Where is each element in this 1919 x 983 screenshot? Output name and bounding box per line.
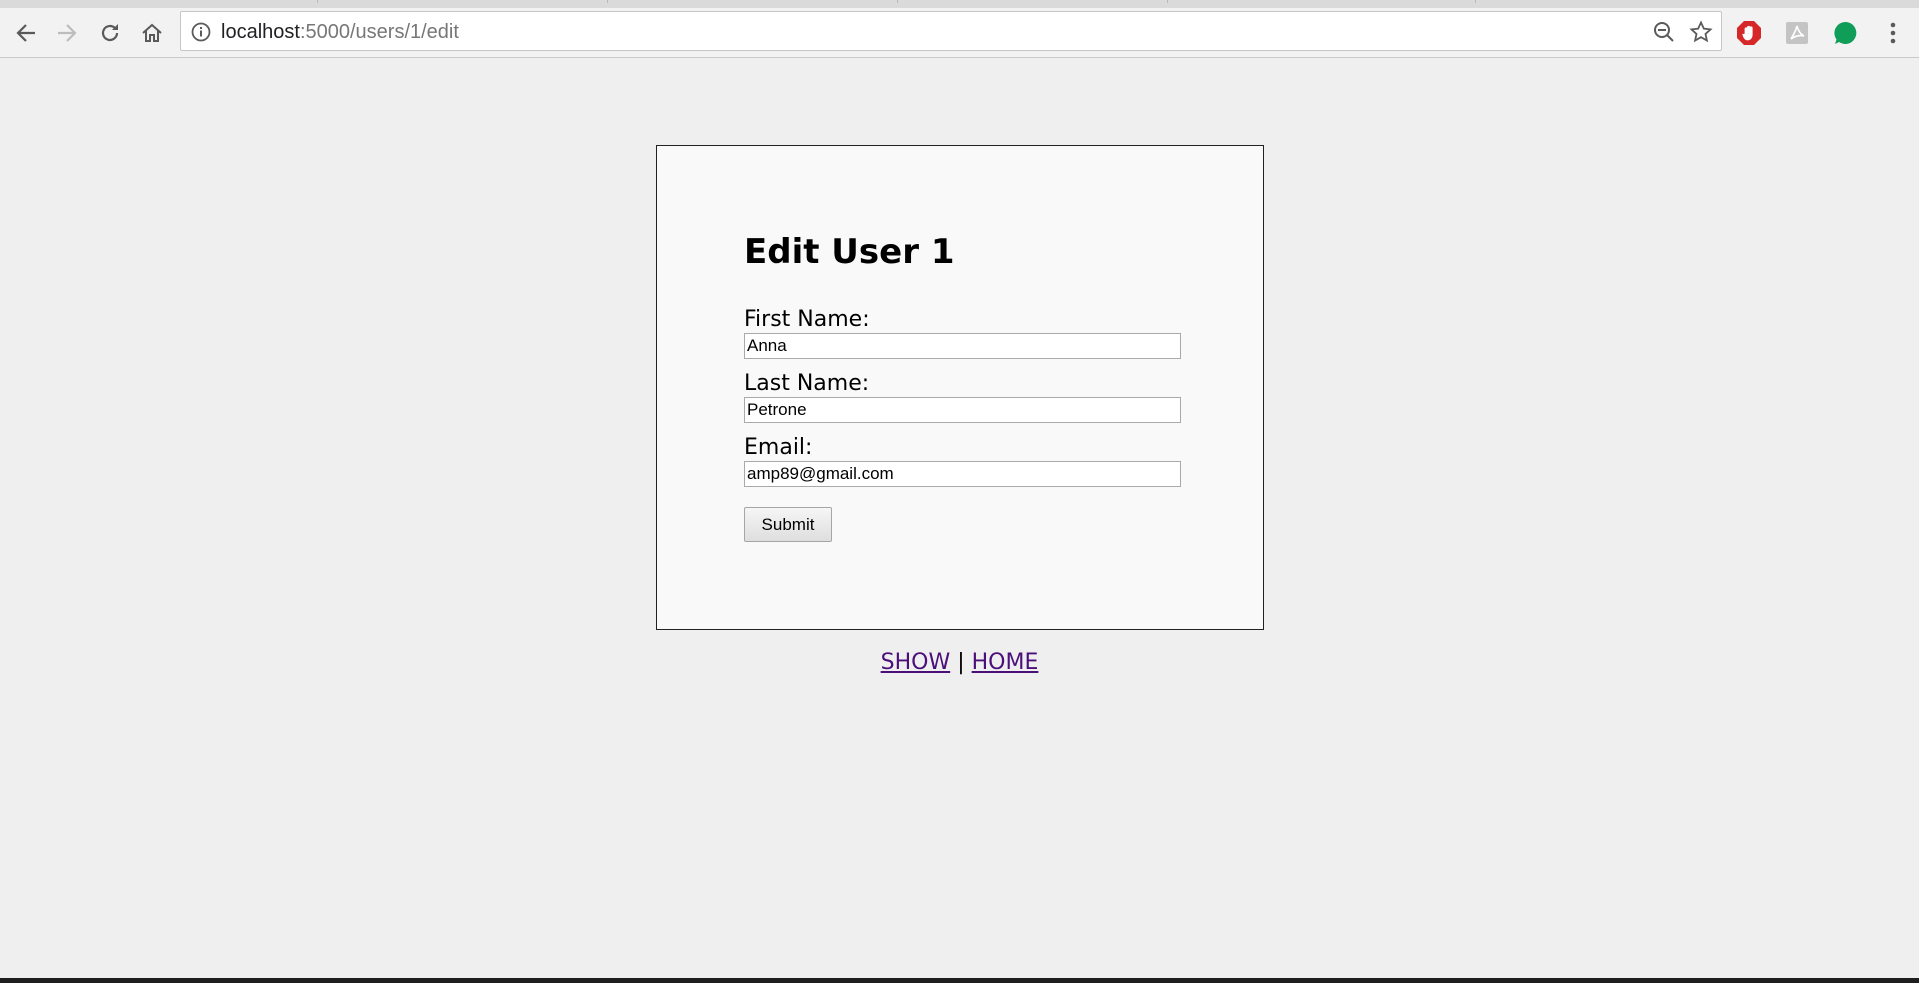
first-name-label: First Name: — [744, 307, 870, 332]
tab[interactable] — [608, 0, 898, 3]
email-input[interactable] — [744, 461, 1181, 487]
taskbar-edge — [0, 978, 1919, 983]
edit-user-form: Edit User 1 First Name: Last Name: Email… — [656, 145, 1264, 630]
url-text[interactable]: localhost:5000/users/1/edit — [221, 21, 459, 44]
url-host: localhost — [221, 21, 300, 43]
browser-toolbar: localhost:5000/users/1/edit — [0, 8, 1919, 58]
address-bar[interactable]: localhost:5000/users/1/edit — [180, 11, 1722, 51]
tab-active[interactable] — [1168, 0, 1476, 3]
reload-button[interactable] — [93, 16, 127, 50]
arrow-left-icon — [16, 24, 35, 42]
back-button[interactable] — [9, 16, 43, 50]
first-name-input[interactable] — [744, 333, 1181, 359]
home-icon — [142, 23, 162, 42]
tab-strip — [0, 0, 1919, 8]
link-separator: | — [957, 650, 965, 675]
page-title: Edit User 1 — [744, 232, 955, 272]
bookmark-star-icon[interactable] — [1689, 20, 1713, 44]
forward-button[interactable] — [50, 16, 84, 50]
footer-links: SHOW | HOME — [0, 650, 1919, 675]
tab[interactable] — [0, 0, 318, 3]
reload-icon — [101, 24, 119, 42]
last-name-label: Last Name: — [744, 371, 870, 396]
submit-button[interactable]: Submit — [744, 507, 832, 542]
tab[interactable] — [898, 0, 1168, 3]
info-icon[interactable] — [191, 22, 211, 42]
chat-extension-icon[interactable] — [1831, 19, 1859, 47]
zoom-out-icon[interactable] — [1653, 21, 1675, 43]
show-link[interactable]: SHOW — [881, 650, 951, 675]
url-path: :5000/users/1/edit — [299, 21, 459, 43]
pdf-extension-icon[interactable] — [1783, 19, 1811, 47]
adblock-extension-icon[interactable] — [1735, 19, 1763, 47]
more-vertical-icon — [1890, 22, 1896, 44]
browser-menu-button[interactable] — [1876, 16, 1910, 50]
arrow-right-icon — [58, 24, 77, 42]
email-label: Email: — [744, 435, 813, 460]
tab[interactable] — [318, 0, 608, 3]
last-name-input[interactable] — [744, 397, 1181, 423]
home-link[interactable]: HOME — [972, 650, 1039, 675]
home-button[interactable] — [135, 16, 169, 50]
